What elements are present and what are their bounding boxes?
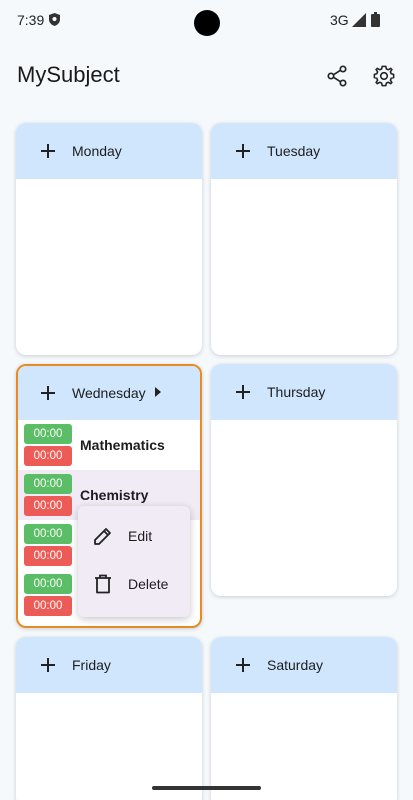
menu-item-label: Delete bbox=[128, 576, 169, 592]
plus-icon bbox=[41, 144, 55, 158]
trash-icon bbox=[92, 573, 114, 595]
signal-icon bbox=[352, 13, 366, 32]
plus-icon bbox=[41, 658, 55, 672]
add-subject-button[interactable] bbox=[38, 655, 58, 675]
end-time[interactable]: 00:00 bbox=[24, 496, 72, 516]
add-subject-button[interactable] bbox=[38, 383, 58, 403]
day-header-friday: Friday bbox=[16, 637, 202, 693]
day-header-thursday: Thursday bbox=[211, 364, 397, 420]
subject-name: Mathematics bbox=[80, 437, 165, 453]
plus-icon bbox=[236, 658, 250, 672]
day-label: Wednesday bbox=[72, 385, 146, 401]
start-time[interactable]: 00:00 bbox=[24, 574, 72, 594]
end-time[interactable]: 00:00 bbox=[24, 446, 72, 466]
shield-icon bbox=[49, 13, 60, 31]
day-card-saturday[interactable]: Saturday bbox=[211, 637, 397, 800]
day-card-monday[interactable]: Monday bbox=[16, 123, 202, 355]
add-subject-button[interactable] bbox=[233, 141, 253, 161]
day-header-saturday: Saturday bbox=[211, 637, 397, 693]
day-card-thursday[interactable]: Thursday bbox=[211, 364, 397, 596]
status-bar: 7:39 3G bbox=[0, 0, 413, 44]
day-header-wednesday: Wednesday bbox=[18, 366, 200, 420]
network-type: 3G bbox=[330, 12, 349, 28]
menu-item-delete[interactable]: Delete bbox=[78, 560, 190, 608]
start-time[interactable]: 00:00 bbox=[24, 524, 72, 544]
camera-cutout bbox=[194, 10, 220, 36]
end-time[interactable]: 00:00 bbox=[24, 596, 72, 616]
settings-button[interactable] bbox=[368, 60, 400, 92]
day-card-friday[interactable]: Friday bbox=[16, 637, 202, 800]
day-label: Saturday bbox=[267, 657, 324, 673]
day-card-tuesday[interactable]: Tuesday bbox=[211, 123, 397, 355]
battery-icon bbox=[371, 12, 380, 32]
start-time[interactable]: 00:00 bbox=[24, 424, 72, 444]
plus-icon bbox=[41, 386, 55, 400]
plus-icon bbox=[236, 385, 250, 399]
pencil-icon bbox=[92, 525, 114, 547]
gesture-nav-bar[interactable] bbox=[152, 786, 261, 790]
day-header-tuesday: Tuesday bbox=[211, 123, 397, 179]
subject-row[interactable]: 00:00 00:00 Mathematics bbox=[18, 420, 200, 470]
start-time[interactable]: 00:00 bbox=[24, 474, 72, 494]
share-icon bbox=[327, 65, 347, 87]
add-subject-button[interactable] bbox=[233, 655, 253, 675]
caret-right-icon[interactable] bbox=[154, 384, 162, 402]
context-menu: Edit Delete bbox=[78, 506, 190, 617]
status-time: 7:39 bbox=[17, 12, 45, 28]
share-button[interactable] bbox=[321, 60, 353, 92]
day-label: Tuesday bbox=[267, 143, 321, 159]
day-label: Monday bbox=[72, 143, 122, 159]
app-title: MySubject bbox=[17, 62, 120, 87]
add-subject-button[interactable] bbox=[233, 382, 253, 402]
day-label: Thursday bbox=[267, 384, 326, 400]
plus-icon bbox=[236, 144, 250, 158]
menu-item-edit[interactable]: Edit bbox=[78, 512, 190, 560]
gear-icon bbox=[373, 65, 395, 87]
day-header-monday: Monday bbox=[16, 123, 202, 179]
menu-item-label: Edit bbox=[128, 528, 153, 544]
end-time[interactable]: 00:00 bbox=[24, 546, 72, 566]
add-subject-button[interactable] bbox=[38, 141, 58, 161]
day-label: Friday bbox=[72, 657, 111, 673]
subject-name: Chemistry bbox=[80, 487, 149, 503]
